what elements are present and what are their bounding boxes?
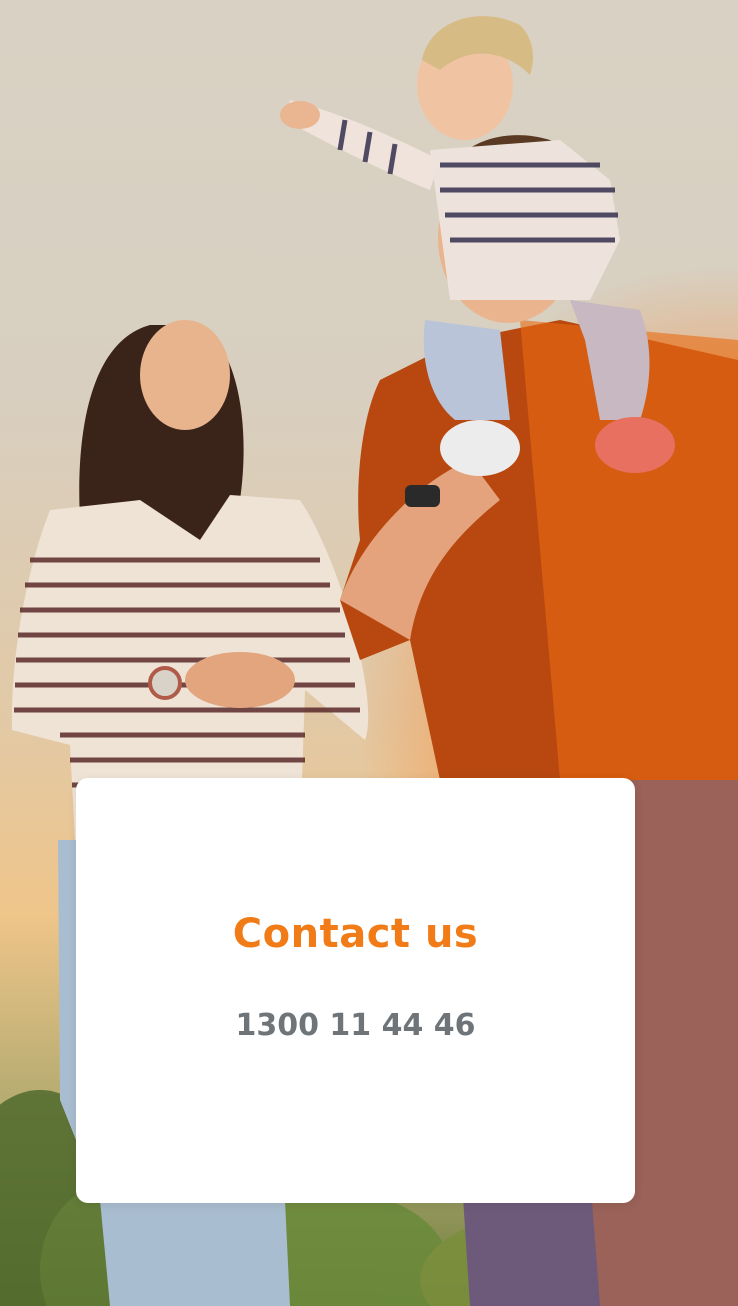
child (280, 16, 675, 476)
contact-phone-link[interactable]: 1300 11 44 46 (76, 1008, 635, 1043)
contact-title: Contact us (232, 911, 479, 957)
contact-card: Contact us 1300 11 44 46 (76, 778, 635, 1203)
